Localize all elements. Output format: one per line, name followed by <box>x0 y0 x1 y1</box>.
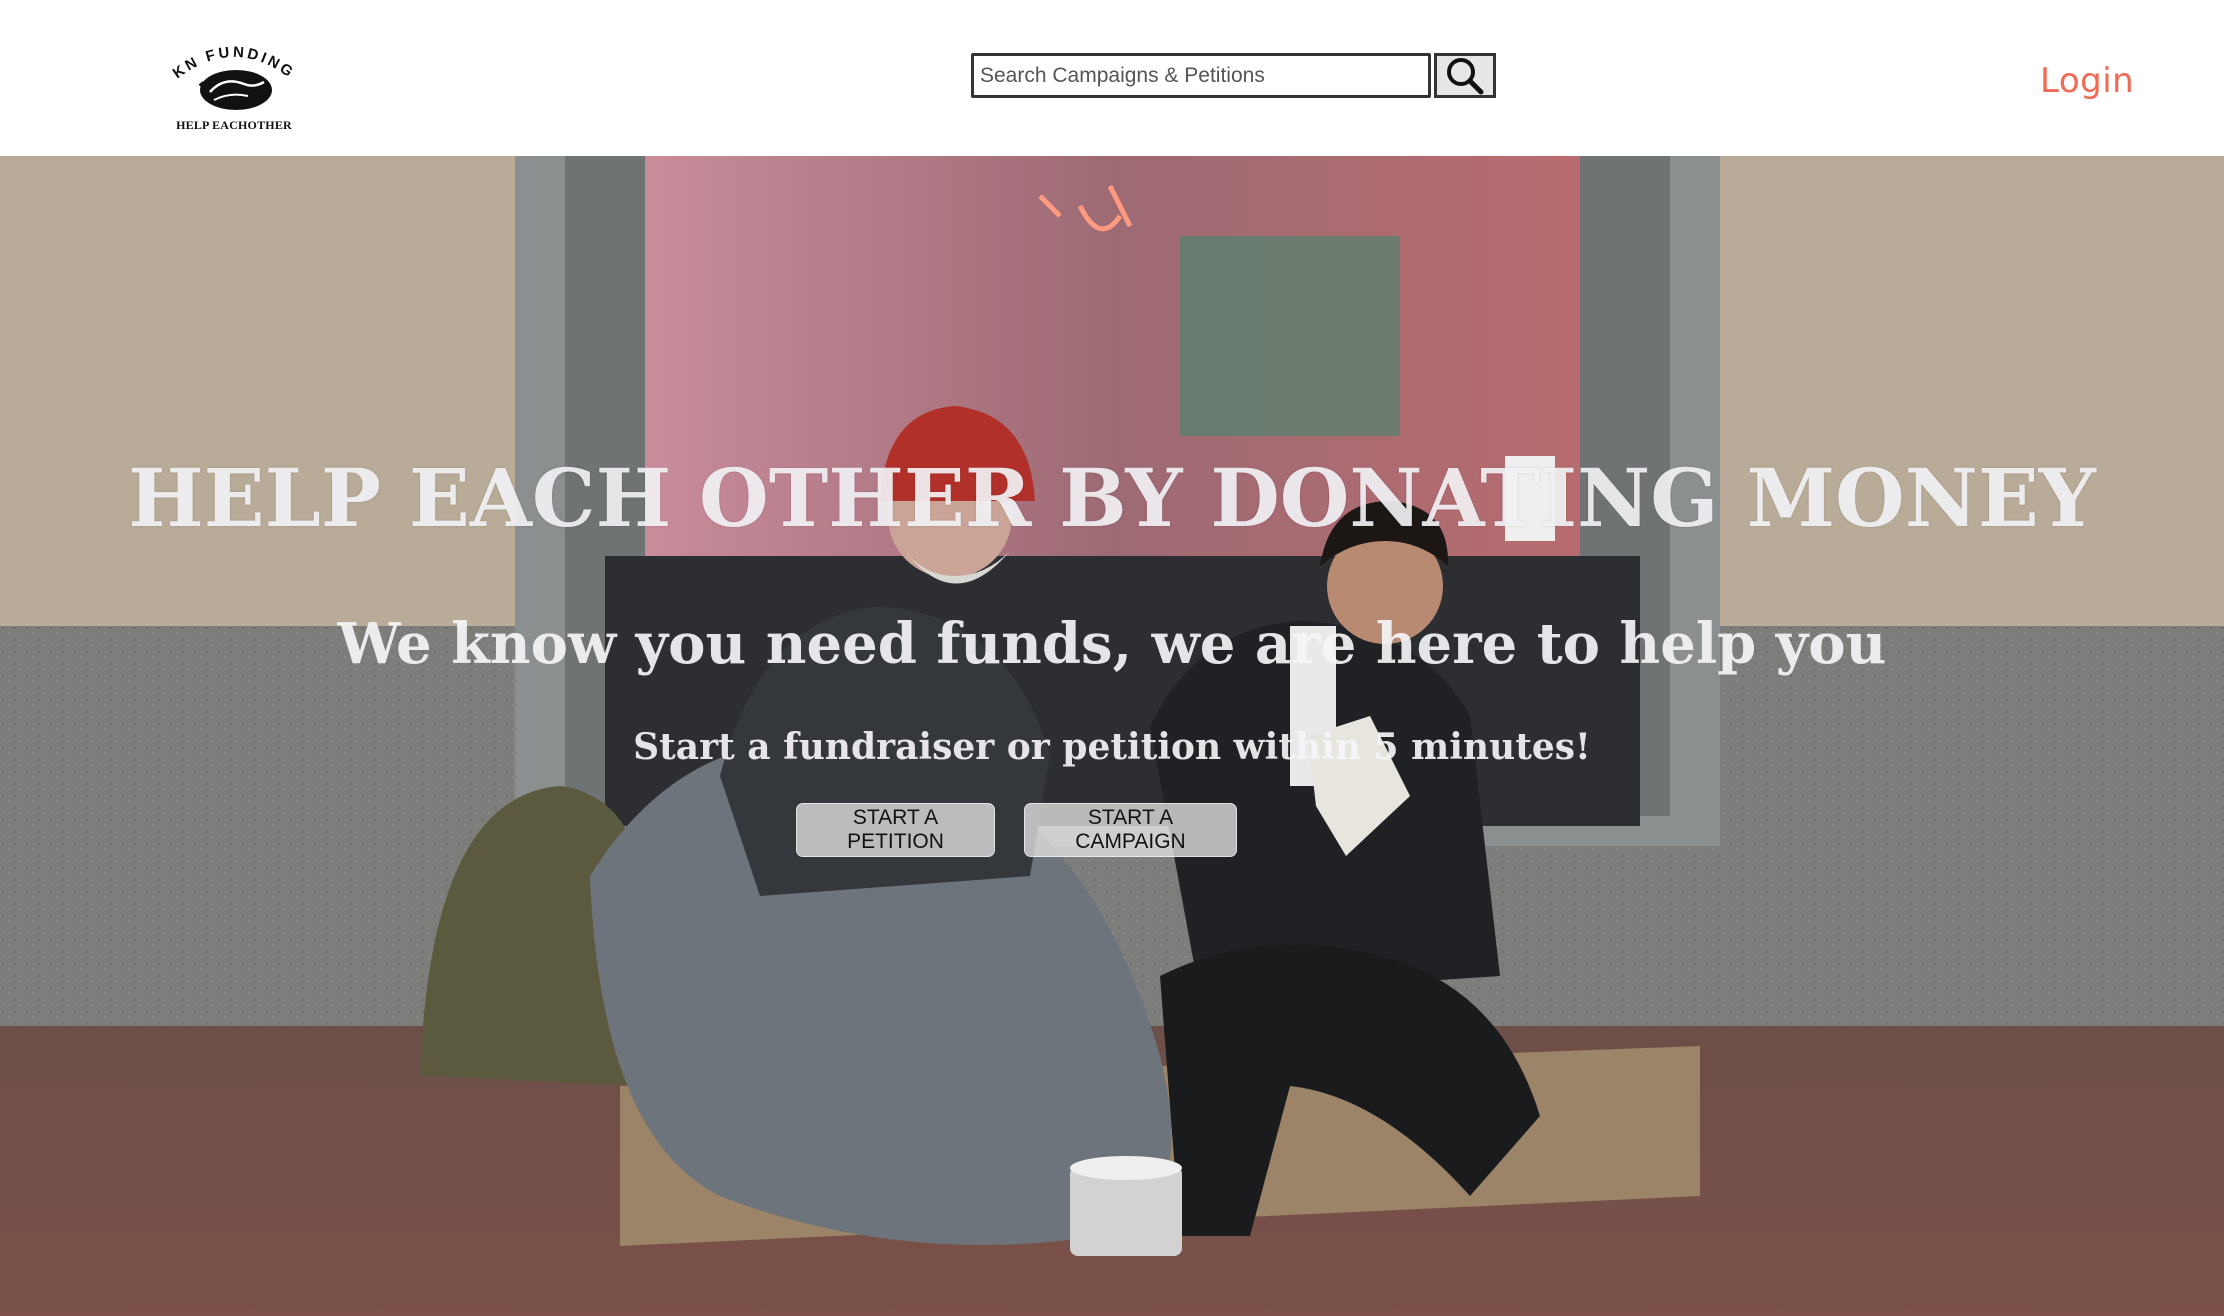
hero-headline: HELP EACH OTHER BY DONATING MONEY <box>128 451 2096 545</box>
hands-logo-icon <box>198 70 272 110</box>
start-campaign-button[interactable]: START A CAMPAIGN <box>1024 803 1237 857</box>
start-petition-button[interactable]: START A PETITION <box>796 803 995 857</box>
hero-banner: HELP EACH OTHER BY DONATING MONEY We kno… <box>0 156 2224 1316</box>
login-link[interactable]: Login <box>2040 58 2150 104</box>
hero-tagline: Start a fundraiser or petition within 5 … <box>633 726 1591 768</box>
site-header: KN FUNDING HELP EACHOTHER Login <box>0 0 2224 156</box>
logo-tagline: HELP EACHOTHER <box>176 118 292 132</box>
search-button[interactable] <box>1434 53 1496 98</box>
site-logo[interactable]: KN FUNDING HELP EACHOTHER <box>168 40 300 136</box>
search-form <box>971 53 1496 98</box>
search-icon <box>1447 57 1484 94</box>
search-input[interactable] <box>971 53 1431 98</box>
hero-subheadline: We know you need funds, we are here to h… <box>337 611 1887 677</box>
